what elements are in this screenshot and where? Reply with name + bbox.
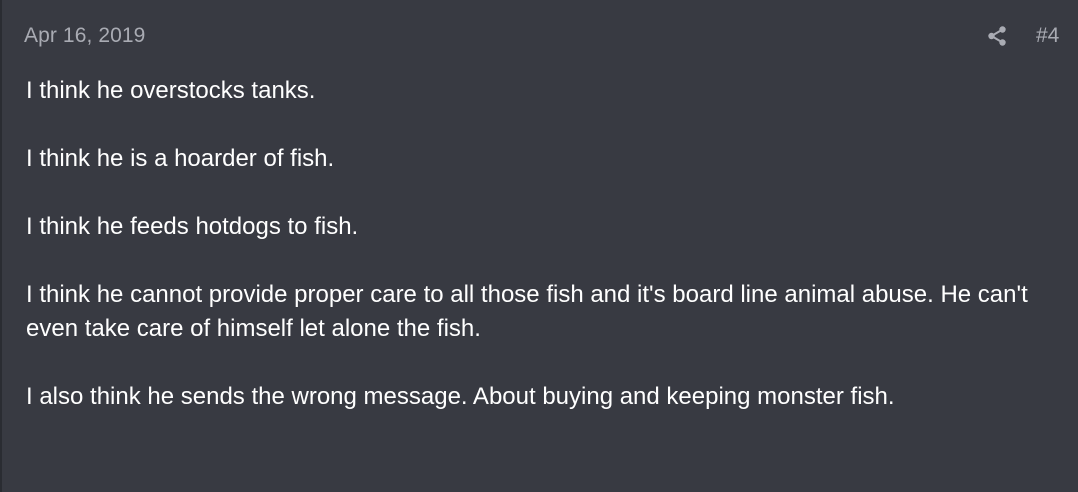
post-date[interactable]: Apr 16, 2019	[24, 24, 145, 48]
post-paragraph: I think he feeds hotdogs to fish.	[26, 213, 359, 240]
post-header: Apr 16, 2019 #4	[2, 0, 1078, 70]
forum-post: Apr 16, 2019 #4 I think he overstocks ta…	[0, 0, 1078, 492]
share-icon[interactable]	[986, 25, 1008, 47]
post-number-link[interactable]: #4	[1036, 24, 1059, 48]
post-paragraph: I think he is a hoarder of fish.	[26, 145, 335, 172]
post-paragraph: I think he cannot provide proper care to…	[26, 281, 1028, 342]
post-paragraph: I also think he sends the wrong message.…	[26, 383, 895, 410]
post-body: I think he overstocks tanks. I think he …	[26, 74, 1056, 448]
post-paragraph: I think he overstocks tanks.	[26, 77, 316, 104]
